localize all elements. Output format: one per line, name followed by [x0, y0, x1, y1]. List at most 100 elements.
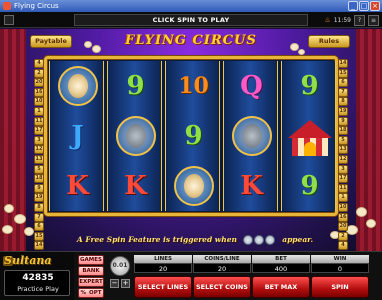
payline-button[interactable]: 13: [34, 154, 44, 164]
symbol-k: K: [108, 161, 163, 211]
reel: 99: [281, 61, 336, 211]
coins-per-line-label: COINS/LINE: [193, 255, 251, 263]
payline-button[interactable]: 16: [338, 212, 348, 222]
symbol-k: K: [224, 161, 279, 211]
payline-button[interactable]: 14: [34, 241, 44, 251]
feature-text-after: appear.: [282, 235, 314, 244]
payline-button[interactable]: 13: [338, 145, 348, 155]
payline-button[interactable]: 9: [338, 116, 348, 126]
bet-stat: BET 400: [252, 255, 310, 273]
maximize-button[interactable]: □: [359, 1, 369, 11]
payline-button[interactable]: 16: [34, 87, 44, 97]
symbol-text: K: [124, 171, 147, 201]
payline-button[interactable]: 10: [338, 202, 348, 212]
payline-button[interactable]: 7: [338, 87, 348, 97]
popcorn-decoration: [24, 227, 34, 236]
lion-icon: [173, 166, 214, 206]
payline-button[interactable]: 11: [34, 116, 44, 126]
payline-button[interactable]: 4: [338, 241, 348, 251]
menu-icon[interactable]: [4, 15, 14, 25]
payline-button[interactable]: 11: [338, 183, 348, 193]
lion-icon: [57, 66, 98, 106]
help-button[interactable]: ?: [354, 14, 365, 26]
payline-button[interactable]: 15: [338, 68, 348, 78]
coins-per-line-value: 20: [193, 263, 251, 273]
expert-button[interactable]: EXPERT: [78, 277, 104, 287]
bank-button[interactable]: BANK: [78, 266, 104, 276]
payline-button[interactable]: 20: [34, 78, 44, 88]
payline-button[interactable]: 18: [34, 174, 44, 184]
paytable-button[interactable]: Paytable: [30, 35, 72, 48]
select-lines-button[interactable]: SELECT LINES: [134, 276, 192, 298]
reels-frame: J K 9 K 10 9 Q K 9 9: [44, 56, 338, 216]
bet-value: 400: [252, 263, 310, 273]
payline-button[interactable]: 3: [34, 135, 44, 145]
lines-label: LINES: [134, 255, 192, 263]
elephant-symbol: [224, 111, 279, 161]
popcorn-decoration: [366, 219, 376, 228]
lion-symbol: [166, 161, 221, 211]
payline-button[interactable]: 12: [34, 145, 44, 155]
payline-button[interactable]: 8: [34, 202, 44, 212]
bet-max-button[interactable]: BET MAX: [252, 276, 310, 298]
games-button[interactable]: GAMES: [78, 255, 104, 265]
rules-button[interactable]: Rules: [308, 35, 350, 48]
payline-button[interactable]: 12: [338, 154, 348, 164]
app-icon: [3, 2, 11, 10]
payline-button[interactable]: 1: [338, 193, 348, 203]
spin-button[interactable]: SPIN: [311, 276, 369, 298]
win-value: 0: [311, 263, 369, 273]
payline-button[interactable]: 6: [34, 222, 44, 232]
payline-button[interactable]: 5: [338, 135, 348, 145]
symbol-text: J: [71, 121, 84, 151]
payline-button[interactable]: 15: [34, 231, 44, 241]
symbol-text: Q: [240, 71, 263, 101]
payline-button[interactable]: 1: [34, 106, 44, 116]
payline-button[interactable]: 7: [34, 212, 44, 222]
payline-button[interactable]: 20: [338, 222, 348, 232]
payline-button[interactable]: 10: [34, 97, 44, 107]
reel: QK: [223, 61, 278, 211]
balance-display: 42835 Practice Play: [4, 270, 70, 296]
payline-button[interactable]: 6: [338, 78, 348, 88]
coin-value[interactable]: 0.01: [110, 256, 130, 276]
window-titlebar: Flying Circus _ □ ×: [0, 0, 382, 12]
payline-button[interactable]: 5: [34, 164, 44, 174]
symbol-9: 9: [282, 161, 337, 211]
payline-button[interactable]: 19: [34, 193, 44, 203]
opt-label: OPT: [89, 290, 102, 296]
symbol-j: J: [50, 111, 105, 161]
payline-button[interactable]: 14: [338, 59, 348, 68]
minimize-button[interactable]: _: [348, 1, 358, 11]
elephant-icon: [115, 116, 156, 156]
window-controls: _ □ ×: [348, 1, 380, 11]
symbol-text: 9: [126, 71, 145, 101]
settings-button[interactable]: ≡: [368, 14, 379, 26]
payline-button[interactable]: 8: [338, 97, 348, 107]
payline-button[interactable]: 19: [338, 106, 348, 116]
popcorn-decoration: [14, 214, 26, 224]
reel: 9K: [107, 61, 162, 211]
right-curtain: [356, 29, 382, 251]
payline-button[interactable]: 2: [34, 68, 44, 78]
symbol-10: 10: [166, 61, 221, 111]
close-button[interactable]: ×: [370, 1, 380, 11]
payline-button[interactable]: 17: [338, 174, 348, 184]
popcorn-decoration: [4, 204, 14, 213]
payline-button[interactable]: 17: [34, 126, 44, 136]
options-button[interactable]: % OPT: [78, 288, 104, 298]
percent-label: %: [80, 290, 87, 296]
payline-button[interactable]: 9: [34, 183, 44, 193]
elephant-symbol: [108, 111, 163, 161]
payline-button[interactable]: 3: [338, 164, 348, 174]
symbol-text: 10: [178, 73, 209, 99]
circus-tent-icon: [287, 114, 332, 158]
popcorn-decoration: [84, 41, 92, 48]
flame-icon: ♨: [324, 16, 331, 24]
coin-decrease-button[interactable]: −: [110, 279, 119, 288]
select-coins-button[interactable]: SELECT COINS: [193, 276, 251, 298]
coin-increase-button[interactable]: +: [121, 279, 130, 288]
payline-button[interactable]: 18: [338, 126, 348, 136]
payline-button[interactable]: 4: [34, 59, 44, 68]
payline-button[interactable]: 2: [338, 231, 348, 241]
